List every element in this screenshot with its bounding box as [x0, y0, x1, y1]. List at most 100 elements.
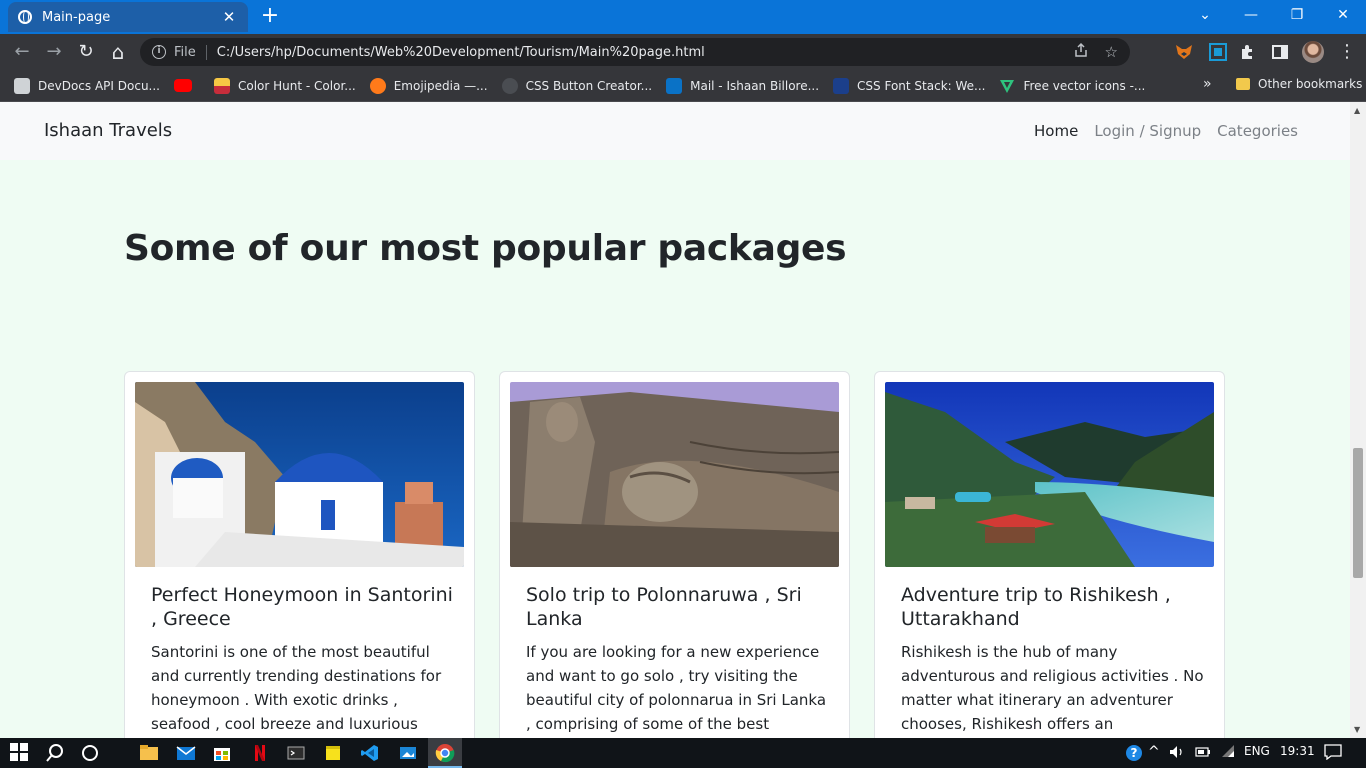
- bookmark-outlook[interactable]: Mail - Ishaan Billore...: [666, 77, 820, 94]
- other-bookmarks[interactable]: Other bookmarks: [1236, 77, 1362, 91]
- bookmark-css-button[interactable]: CSS Button Creator...: [501, 77, 653, 94]
- bookmark-vector-icons[interactable]: Free vector icons -...: [999, 78, 1145, 94]
- puzzle-icon[interactable]: [1238, 42, 1258, 62]
- bookmark-label: DevDocs API Docu...: [38, 78, 160, 93]
- nav-home[interactable]: Home: [1034, 122, 1078, 140]
- browser-toolbar: ← → ↻ ⌂ i File C:/Users/hp/Documents/Web…: [0, 34, 1366, 70]
- side-panel-icon[interactable]: [1270, 42, 1290, 62]
- section-heading: Some of our most popular packages: [124, 228, 847, 269]
- tab-title: Main-page: [42, 9, 111, 25]
- back-button[interactable]: ←: [10, 40, 34, 64]
- nav-categories[interactable]: Categories: [1217, 122, 1298, 140]
- other-bookmarks-label: Other bookmarks: [1258, 77, 1363, 91]
- mail-icon[interactable]: [176, 743, 196, 763]
- bookmark-star-icon[interactable]: ☆: [1105, 43, 1118, 61]
- bookmarks-bar: DevDocs API Docu... Color Hunt - Color..…: [0, 70, 1366, 102]
- metamask-icon[interactable]: [1174, 42, 1194, 62]
- forward-button[interactable]: →: [42, 40, 66, 64]
- close-window-button[interactable]: ✕: [1320, 0, 1366, 30]
- card-title: Solo trip to Polonnaruwa , Sri Lanka: [526, 584, 802, 630]
- address-bar[interactable]: i File C:/Users/hp/Documents/Web%20Devel…: [140, 38, 1130, 66]
- scroll-thumb[interactable]: [1353, 448, 1363, 578]
- bookmark-youtube[interactable]: [174, 79, 200, 92]
- nav-login-signup[interactable]: Login / Signup: [1094, 122, 1201, 140]
- chrome-taskbar-item[interactable]: [428, 738, 462, 768]
- windows-taskbar: ? ^ ENG 19:31: [0, 738, 1366, 768]
- bookmark-colorhunt[interactable]: Color Hunt - Color...: [214, 77, 356, 94]
- css-button-icon: [501, 77, 518, 94]
- cssfontstack-icon: [833, 77, 850, 94]
- windows-start-icon[interactable]: [10, 743, 30, 763]
- screen-capture-icon[interactable]: [1208, 42, 1228, 62]
- bookmark-label: Color Hunt - Color...: [238, 78, 356, 93]
- browser-menu-icon[interactable]: ⋮: [1338, 40, 1356, 64]
- clock[interactable]: 19:31: [1280, 744, 1315, 758]
- globe-icon: [18, 10, 32, 24]
- sticky-notes-icon[interactable]: [323, 743, 343, 763]
- restore-button[interactable]: ❐: [1274, 0, 1320, 30]
- polonnaruwa-image: [510, 382, 839, 567]
- netflix-icon[interactable]: [250, 743, 270, 763]
- package-card: Perfect Honeymoon in Santorini , Greece …: [124, 371, 475, 738]
- emojipedia-icon: [369, 77, 386, 94]
- bookmarks-overflow-button[interactable]: »: [1203, 76, 1212, 92]
- volume-icon[interactable]: [1168, 744, 1186, 763]
- card-text: Rishikesh is the hub of many adventurous…: [901, 643, 1204, 733]
- site-nav-links: Home Login / Signup Categories: [1034, 122, 1298, 140]
- bookmark-emojipedia[interactable]: Emojipedia —...: [369, 77, 488, 94]
- page-scrollbar[interactable]: ▲ ▼: [1350, 102, 1366, 738]
- vscode-icon[interactable]: [360, 743, 380, 763]
- minimize-button[interactable]: —: [1228, 0, 1274, 30]
- card-text: Santorini is one of the most beautiful a…: [151, 643, 442, 733]
- cortana-icon[interactable]: [80, 743, 100, 763]
- terminal-icon[interactable]: [286, 743, 306, 763]
- devdocs-icon: [14, 77, 30, 94]
- bookmark-devdocs[interactable]: DevDocs API Docu...: [14, 77, 160, 94]
- share-icon[interactable]: [1073, 42, 1089, 62]
- address-url[interactable]: C:/Users/hp/Documents/Web%20Development/…: [217, 45, 1057, 60]
- home-button[interactable]: ⌂: [106, 40, 130, 64]
- card-title: Perfect Honeymoon in Santorini , Greece: [151, 584, 453, 630]
- colorhunt-icon: [214, 77, 230, 94]
- store-icon[interactable]: [212, 743, 232, 763]
- address-scheme: File: [174, 44, 207, 60]
- santorini-image: [135, 382, 464, 567]
- site-brand[interactable]: Ishaan Travels: [44, 120, 172, 141]
- help-icon[interactable]: ?: [1126, 745, 1142, 761]
- card-title: Adventure trip to Rishikesh , Uttarakhan…: [901, 584, 1171, 630]
- folder-icon: [1236, 78, 1250, 90]
- vector-icon: [999, 78, 1015, 94]
- chrome-icon: [435, 744, 455, 763]
- photos-icon[interactable]: [398, 743, 418, 763]
- browser-tab[interactable]: Main-page ✕: [8, 2, 248, 32]
- site-navbar: Ishaan Travels Home Login / Signup Categ…: [0, 102, 1350, 160]
- bookmark-label: Mail - Ishaan Billore...: [690, 78, 820, 93]
- bookmark-label: Emojipedia —...: [393, 78, 488, 93]
- notification-icon[interactable]: [1324, 744, 1342, 763]
- battery-icon[interactable]: [1195, 744, 1211, 761]
- bookmark-label: CSS Button Creator...: [525, 78, 653, 93]
- package-card: Adventure trip to Rishikesh , Uttarakhan…: [874, 371, 1225, 738]
- file-explorer-icon[interactable]: [139, 743, 159, 763]
- tab-search-icon[interactable]: ⌄: [1182, 0, 1228, 30]
- browser-titlebar: Main-page ✕ + ⌄ — ❐ ✕: [0, 0, 1366, 34]
- wifi-icon[interactable]: [1220, 744, 1236, 761]
- reload-button[interactable]: ↻: [74, 40, 98, 64]
- outlook-icon: [666, 77, 683, 94]
- card-text: If you are looking for a new experience …: [526, 643, 827, 733]
- bookmark-label: Free vector icons -...: [1023, 78, 1146, 93]
- profile-avatar[interactable]: [1302, 41, 1324, 63]
- language-indicator[interactable]: ENG: [1244, 744, 1270, 758]
- bookmark-cssfontstack[interactable]: CSS Font Stack: We...: [833, 77, 985, 94]
- rishikesh-image: [885, 382, 1214, 567]
- new-tab-button[interactable]: +: [258, 4, 282, 28]
- tray-caret-icon[interactable]: ^: [1148, 744, 1160, 760]
- youtube-icon: [174, 79, 192, 92]
- search-icon[interactable]: [45, 743, 65, 763]
- info-icon[interactable]: i: [152, 45, 166, 59]
- web-page: Ishaan Travels Home Login / Signup Categ…: [0, 102, 1350, 738]
- scroll-up-icon[interactable]: ▲: [1354, 106, 1360, 115]
- package-card: Solo trip to Polonnaruwa , Sri Lanka If …: [499, 371, 850, 738]
- tab-close-icon[interactable]: ✕: [220, 8, 238, 26]
- scroll-down-icon[interactable]: ▼: [1354, 725, 1360, 734]
